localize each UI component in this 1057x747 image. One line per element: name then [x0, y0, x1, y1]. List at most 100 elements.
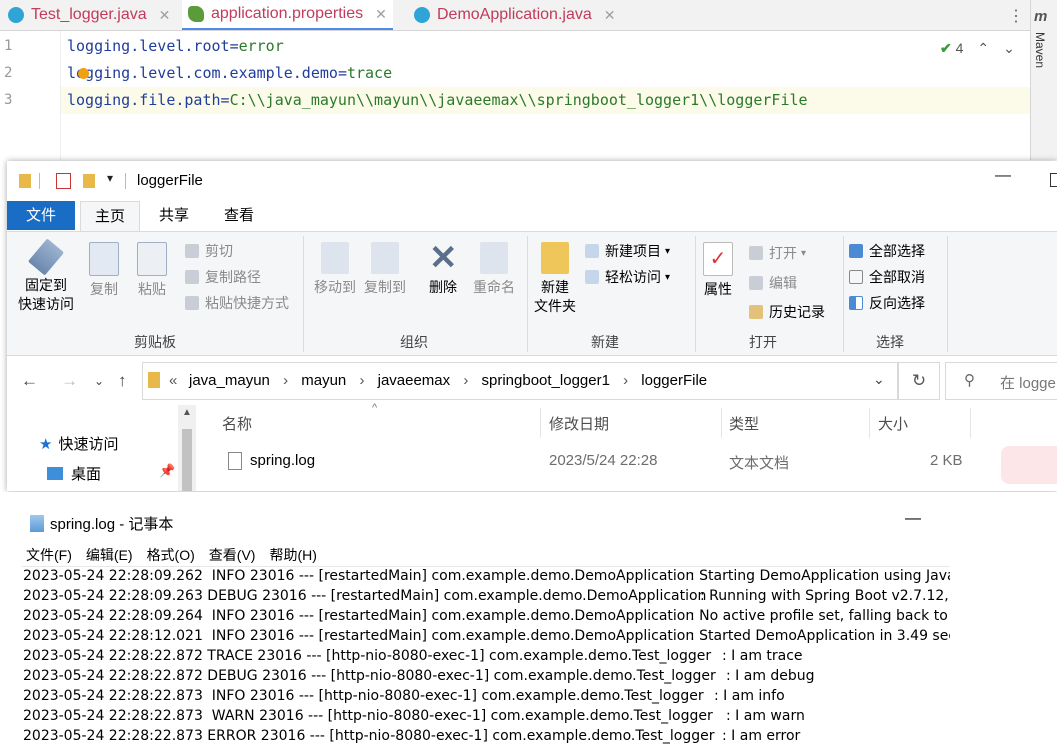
delete-button[interactable]: ✕ 删除 — [423, 241, 463, 297]
minimize-button[interactable]: — — [905, 510, 921, 528]
tab-label: DemoApplication.java — [437, 6, 592, 23]
menu-edit[interactable]: 编辑(E) — [86, 545, 133, 565]
tab-demo-application[interactable]: DemoApplication.java ✕ — [414, 0, 615, 30]
copy-icon — [89, 242, 119, 276]
pin-to-quick-access-button[interactable]: 固定到 快速访问 — [15, 238, 77, 314]
menu-view[interactable]: 查看(V) — [209, 545, 256, 565]
easy-access-button[interactable]: 轻松访问 ▾ — [585, 267, 670, 287]
nav-pane-scrollbar[interactable]: ▲ — [178, 405, 196, 491]
folder-icon — [541, 242, 569, 274]
code-line-3[interactable]: logging.file.path=C:\\java_mayun\\mayun\… — [67, 91, 808, 109]
maven-icon[interactable]: m — [1034, 8, 1047, 25]
copy-to-button[interactable]: 复制到 — [361, 242, 409, 297]
column-header-size[interactable]: 大小 — [878, 413, 908, 434]
breadcrumb-item[interactable]: mayun — [301, 372, 346, 389]
chevron-up-icon[interactable]: ⌃ — [977, 40, 989, 57]
copy-button[interactable]: 复制 — [85, 242, 123, 299]
move-to-button[interactable]: 移动到 — [311, 242, 359, 297]
breadcrumb-item[interactable]: springboot_logger1 — [482, 372, 610, 389]
tab-file[interactable]: 文件 — [7, 201, 76, 230]
invert-selection-button[interactable]: 反向选择 — [849, 293, 925, 313]
code-line-2[interactable]: logging.level.com.example.demo=trace — [67, 64, 392, 82]
column-header-name[interactable]: 名称 — [222, 413, 252, 434]
breadcrumb-item[interactable]: java_mayun — [189, 372, 270, 389]
text-file-icon — [228, 452, 242, 470]
tab-test-logger[interactable]: Test_logger.java ✕ — [8, 0, 170, 30]
breadcrumb-item[interactable]: loggerFile — [641, 372, 707, 389]
customize-quick-access-icon[interactable]: ▾ — [107, 171, 113, 185]
copy-path-icon — [185, 270, 199, 284]
line-number: 3 — [4, 92, 13, 108]
address-bar[interactable]: « java_mayun › mayun › javaeemax › sprin… — [142, 362, 898, 400]
floating-translate-widget[interactable] — [1001, 446, 1057, 484]
tab-home[interactable]: 主页 — [80, 201, 141, 232]
select-all-button[interactable]: 全部选择 — [849, 241, 925, 261]
properties-check-icon: ✓ — [703, 242, 733, 276]
column-divider[interactable] — [721, 408, 722, 438]
column-divider[interactable] — [540, 408, 541, 438]
properties-check-icon[interactable] — [56, 173, 71, 189]
search-box[interactable]: ⚲ 在 logge — [945, 362, 1057, 400]
edit-icon — [749, 276, 763, 290]
tab-share[interactable]: 共享 — [145, 201, 203, 230]
close-icon[interactable]: ✕ — [159, 7, 171, 24]
close-icon[interactable]: ✕ — [375, 6, 387, 23]
column-divider[interactable] — [869, 408, 870, 438]
file-type: 文本文档 — [729, 455, 790, 472]
intention-bulb-icon[interactable] — [78, 68, 89, 79]
scroll-thumb[interactable] — [182, 429, 192, 491]
tab-application-properties[interactable]: application.properties ✕ — [182, 0, 393, 30]
maximize-button[interactable] — [1050, 173, 1057, 187]
edit-button[interactable]: 编辑 — [749, 273, 797, 293]
inspection-count: 4 — [955, 40, 964, 56]
cut-button[interactable]: 剪切 — [185, 241, 233, 261]
back-arrow-icon[interactable]: ← — [21, 371, 38, 391]
menu-help[interactable]: 帮助(H) — [269, 545, 316, 565]
paste-shortcut-button[interactable]: 粘贴快捷方式 — [185, 293, 289, 313]
properties-button[interactable]: ✓ 属性 — [699, 242, 737, 299]
breadcrumb-item[interactable]: javaeemax — [378, 372, 451, 389]
column-header-type[interactable]: 类型 — [729, 413, 759, 434]
code-line-1[interactable]: logging.level.root=error — [67, 37, 284, 55]
new-folder-icon[interactable] — [83, 174, 95, 188]
history-icon — [749, 305, 763, 319]
new-item-icon — [585, 244, 599, 258]
rename-button[interactable]: 重命名 — [469, 242, 519, 297]
breadcrumb: « java_mayun › mayun › javaeemax › sprin… — [169, 372, 708, 389]
new-item-button[interactable]: 新建项目 ▾ — [585, 241, 670, 261]
maven-tool-button[interactable]: Maven — [1033, 32, 1047, 68]
tab-view[interactable]: 查看 — [210, 201, 268, 230]
select-none-button[interactable]: 全部取消 — [849, 267, 925, 287]
search-icon: ⚲ — [964, 372, 975, 389]
address-dropdown-chevron-icon[interactable]: ⌄ — [873, 371, 885, 388]
inspection-widget[interactable]: ✔ 4 ⌃ ⌄ — [940, 40, 1015, 57]
menu-format[interactable]: 格式(O) — [147, 545, 195, 565]
close-icon[interactable]: ✕ — [604, 7, 616, 24]
column-divider[interactable] — [970, 408, 971, 438]
column-header-date[interactable]: 修改日期 — [549, 413, 609, 434]
refresh-button[interactable]: ↻ — [898, 362, 940, 400]
nav-desktop[interactable]: 桌面 — [47, 463, 101, 484]
copy-path-button[interactable]: 复制路径 — [185, 267, 261, 287]
minimize-button[interactable]: — — [995, 167, 1011, 185]
notepad-title-bar: spring.log - 记事本 — [30, 513, 173, 534]
window-title: spring.log - 记事本 — [50, 516, 174, 533]
search-placeholder: 在 logge — [1000, 375, 1056, 392]
menu-file[interactable]: 文件(F) — [26, 545, 72, 565]
move-to-icon — [321, 242, 349, 274]
nav-quick-access[interactable]: ★ 快速访问 — [39, 433, 118, 454]
tab-label: application.properties — [211, 5, 364, 22]
paste-button[interactable]: 粘贴 — [133, 242, 171, 299]
up-arrow-icon[interactable]: ↑ — [118, 371, 127, 391]
forward-arrow-icon[interactable]: → — [61, 371, 78, 391]
more-menu-icon[interactable]: ⋮ — [1008, 6, 1024, 26]
chevron-down-icon[interactable]: ⌄ — [1003, 40, 1015, 57]
new-folder-button[interactable]: 新建 文件夹 — [531, 242, 579, 316]
notepad-menu-bar: 文件(F) 编辑(E) 格式(O) 查看(V) 帮助(H) — [26, 545, 317, 565]
java-class-icon — [414, 7, 430, 23]
scroll-up-icon[interactable]: ▲ — [182, 407, 192, 418]
open-button[interactable]: 打开 ▾ — [749, 243, 806, 263]
desktop-icon — [47, 467, 63, 480]
history-button[interactable]: 历史记录 — [749, 302, 825, 322]
recent-locations-chevron-icon[interactable]: ⌄ — [94, 374, 104, 388]
